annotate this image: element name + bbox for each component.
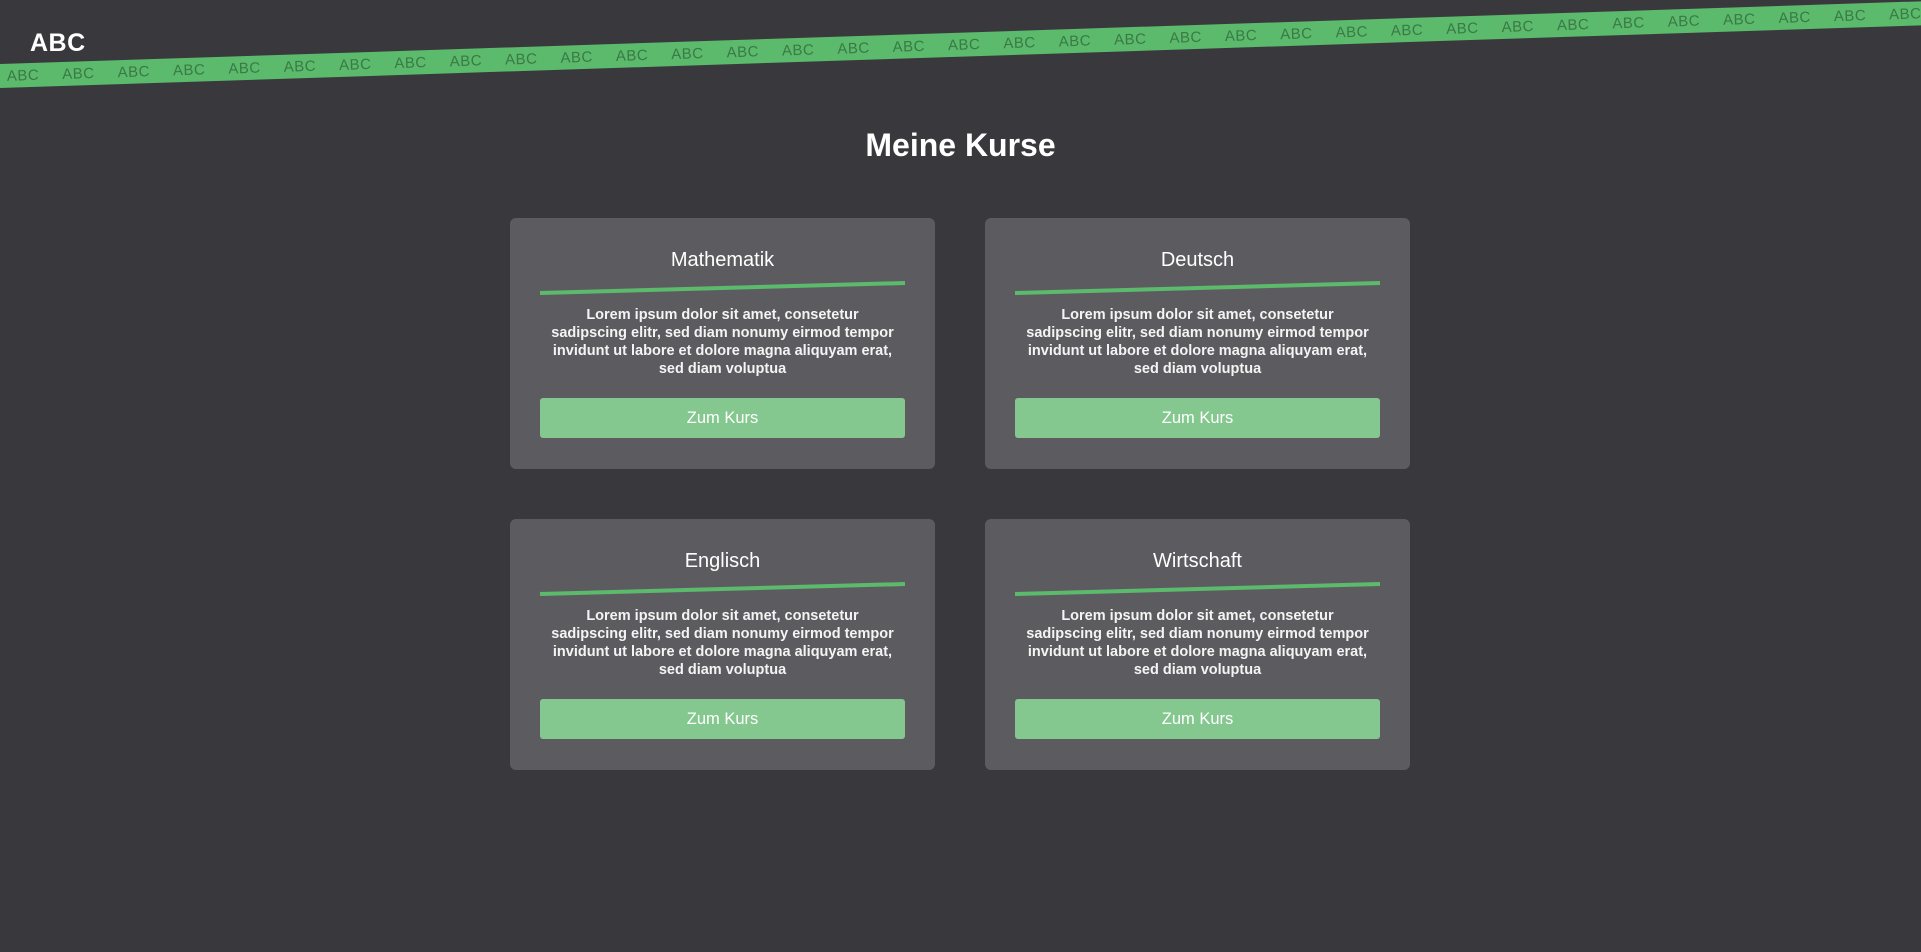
course-divider [1015,582,1380,596]
course-card-wirtschaft: Wirtschaft Lorem ipsum dolor sit amet, c… [985,519,1410,770]
banner-text: ABC [1058,31,1092,50]
banner-text: ABC [1445,19,1479,38]
banner-text: ABC [1612,13,1645,32]
course-description: Lorem ipsum dolor sit amet, consetetur s… [1026,608,1369,678]
banner-text: ABC [947,35,981,54]
course-title: Deutsch [1160,249,1235,271]
banner-text: ABC [670,44,704,63]
banner-text: ABC [1833,6,1867,25]
banner-text: ABC [6,66,40,85]
course-card-mathematik: Mathematik Lorem ipsum dolor sit amet, c… [510,218,935,469]
banner-container: ABC ABC ABC ABC ABC ABC ABC ABC ABC ABC ABC ABC ABC A… [0,0,1921,140]
course-divider [1015,281,1380,295]
banner-text: ABC [1667,12,1701,31]
banner-text: ABC [1003,33,1036,52]
banner-text: ABC [1279,24,1313,43]
banner-text: ABC [615,46,649,65]
banner-text: ABC [1224,26,1258,45]
banner-text: ABC [1390,21,1424,40]
zum-kurs-button[interactable]: Zum Kurs [540,699,905,739]
banner-text: ABC [283,57,317,76]
banner-text: ABC [1778,8,1812,27]
page-title: Meine Kurse [865,127,1056,163]
banner-text: ABC [172,60,206,79]
banner-text: ABC [338,55,372,74]
logo[interactable]: ABC [30,29,86,58]
abc-banner: ABC ABC ABC ABC ABC ABC ABC ABC ABC ABC ABC ABC ABC A… [0,0,1921,90]
zum-kurs-button[interactable]: Zum Kurs [540,398,905,438]
zum-kurs-button[interactable]: Zum Kurs [1015,398,1380,438]
banner-text: ABC [560,48,594,67]
banner-text: ABC [781,40,815,60]
banner-text: ABC [61,64,95,83]
banner-text: ABC [1169,28,1203,47]
course-description: Lorem ipsum dolor sit amet, consetetur s… [551,608,894,678]
course-title: Wirtschaft [1153,550,1242,572]
course-description: Lorem ipsum dolor sit amet, consetetur s… [1026,307,1369,377]
course-card-englisch: Englisch Lorem ipsum dolor sit amet, con… [510,519,935,770]
banner-text: ABC [726,42,760,61]
zum-kurs-button[interactable]: Zum Kurs [1015,699,1380,739]
course-divider [540,582,905,596]
banner-text: ABC [1113,30,1147,49]
course-divider [540,281,905,295]
banner-text: ABC [449,51,483,70]
course-description: Lorem ipsum dolor sit amet, consetetur s… [551,307,894,377]
course-title: Englisch [684,550,761,572]
banner-text: ABC [837,39,870,58]
course-grid: Mathematik Lorem ipsum dolor sit amet, c… [510,218,1410,770]
banner-text: ABC [1335,22,1369,41]
banner-text: ABC [892,37,926,56]
course-title: Mathematik [670,249,775,271]
banner-text: ABC [117,62,151,81]
banner-text: ABC [1722,10,1756,29]
banner-text: ABC [1501,17,1535,36]
banner-text: ABC [394,53,428,72]
banner-text: ABC [1888,4,1921,23]
banner-text: ABC [504,49,538,69]
course-card-deutsch: Deutsch Lorem ipsum dolor sit amet, cons… [985,218,1410,469]
banner-text: ABC [1556,15,1590,34]
banner-text: ABC [228,59,261,78]
